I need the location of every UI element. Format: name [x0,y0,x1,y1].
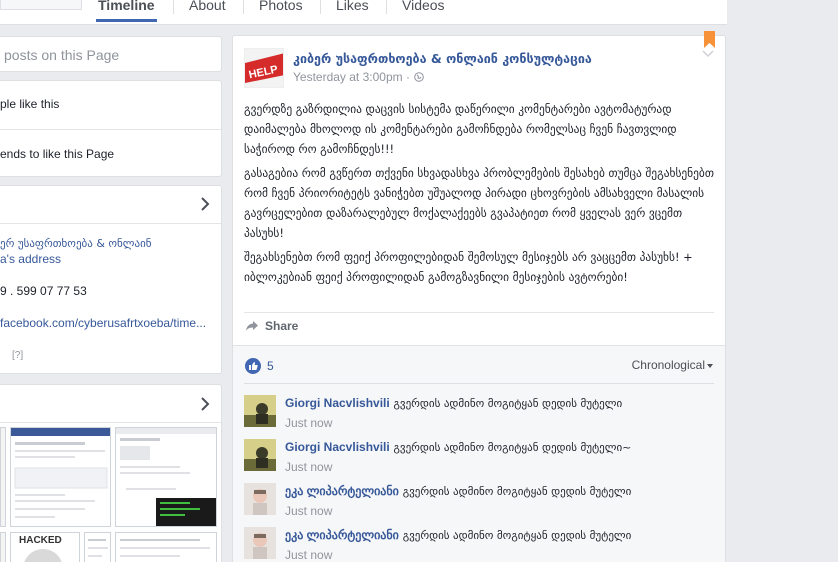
commenter-avatar[interactable] [244,395,276,427]
comments-section: 5 Chronological Giorgi Nacvlishvili გვერ… [233,345,725,562]
commenter-name[interactable]: Giorgi Nacvlishvili [285,440,390,454]
divider [0,129,221,130]
post-body: გვერდზე გაზრდილია დაცვის სისტემა დაწერილ… [244,99,724,291]
bookmark-icon[interactable] [704,31,715,48]
comment-timestamp[interactable]: Just now [285,416,332,430]
time-separator: · [405,70,410,84]
like-thumb-icon [245,358,261,374]
tab-likes[interactable]: Likes [336,0,369,13]
comment-text: გვერდის ადმინო მოგიტყან დედის მუტელი [393,397,623,410]
commenter-name[interactable]: ეკა ლიპარტელიანი [285,484,399,498]
commenter-avatar[interactable] [244,439,276,471]
divider [244,383,714,384]
photo-figure [23,549,63,562]
commenter-name[interactable]: Giorgi Nacvlishvili [285,396,390,410]
commenter-name[interactable]: ეკა ლიპარტელიანი [285,528,399,542]
phone-number: 9 . 599 07 77 53 [0,284,87,298]
post-page-name[interactable]: კიბერ უსაფრთხოება & ონლაინ კონსულტაცია [293,51,592,66]
page-tabs-bar: Timeline About Photos Likes Videos [0,0,727,25]
invite-friends-label[interactable]: ends to like this Page [0,147,114,161]
sort-label: Chronological [631,358,705,372]
comment-text: გვერდის ადმინო მოგიტყან დედის მუტელი~ [393,441,632,454]
address-link[interactable]: a's address [0,252,61,266]
globe-icon[interactable] [414,72,424,82]
chevron-right-icon[interactable] [199,397,211,411]
commenter-avatar[interactable] [244,483,276,515]
post-card: HELP კიბერ უსაფრთხოება & ონლაინ კონსულტა… [232,31,726,562]
comment-text: გვერდის ადმინო მოგიტყან დედის მუტელი [402,529,632,542]
tab-divider [173,0,174,14]
chevron-right-icon[interactable] [199,197,211,211]
hacked-label: HACKED [19,535,62,546]
post-paragraph: გვერდზე გაზრდილია დაცვის სისტემა დაწერილ… [244,102,677,156]
photo-thumbnail[interactable] [115,427,217,527]
photo-thumbnail[interactable] [0,427,6,527]
photo-thumbnail[interactable] [0,532,6,562]
website-link[interactable]: facebook.com/cyberusafrtxoeba/time... [0,316,206,330]
page-avatar[interactable]: HELP [244,48,284,88]
divider [244,312,714,313]
comment-item: ეკა ლიპარტელიანი გვერდის ადმინო მოგიტყან… [244,527,714,562]
tab-videos[interactable]: Videos [402,0,445,13]
tab-divider [243,0,244,14]
comment-sort-dropdown[interactable]: Chronological [632,358,713,372]
caret-down-icon [707,363,713,368]
comment-item: Giorgi Nacvlishvili გვერდის ადმინო მოგიტ… [244,439,714,481]
photo-thumbnail[interactable] [84,532,111,562]
comment-timestamp[interactable]: Just now [285,548,332,562]
likes-box: ple like this ends to like this Page [0,80,222,177]
chevron-down-icon[interactable] [702,50,714,58]
help-link[interactable]: [?] [12,350,23,361]
posts-on-page-label: posts on this Page [4,47,120,63]
divider [0,422,221,423]
about-box: ერ უსაფრთხოება & ონლაინ a's address 9 . … [0,185,222,374]
post-paragraph: შეგახსენებთ რომ ფეიქ პროფილებიდან შემოსუ… [244,250,693,284]
about-page-name-link[interactable]: ერ უსაფრთხოება & ონლაინ [0,237,152,250]
comment-timestamp[interactable]: Just now [285,460,332,474]
posts-on-page-box[interactable]: posts on this Page [0,36,222,72]
photo-thumbnail[interactable]: HACKED [10,532,80,562]
comment-text: გვერდის ადმინო მოგიტყან დედის მუტელი [402,485,632,498]
comment-timestamp[interactable]: Just now [285,504,332,518]
photo-thumbnail[interactable] [10,427,111,527]
tab-about[interactable]: About [189,0,226,13]
share-button[interactable]: Share [245,319,298,333]
likes-count: 5 [267,359,274,373]
photo-thumbnail[interactable] [115,532,217,562]
post-paragraph: გასაგებია რომ გვწერთ თქვენი სხვადასხვა პ… [244,166,714,240]
commenter-avatar[interactable] [244,527,276,559]
share-label: Share [265,319,299,333]
comment-item: ეკა ლიპარტელიანი გვერდის ადმინო მოგიტყან… [244,483,714,525]
divider [0,223,221,224]
likes-count-label[interactable]: ple like this [0,97,59,111]
post-timestamp[interactable]: Yesterday at 3:00pm · [293,70,410,84]
tab-divider [320,0,321,14]
photos-box: HACKED [0,384,222,562]
share-icon [246,321,258,331]
tab-divider [386,0,387,14]
likes-summary[interactable]: 5 [245,358,274,374]
post-time-text[interactable]: Yesterday at 3:00pm [293,70,403,84]
tab-photos[interactable]: Photos [259,0,303,13]
profile-photo-frame [0,0,82,10]
tab-timeline[interactable]: Timeline [96,0,157,22]
comment-item: Giorgi Nacvlishvili გვერდის ადმინო მოგიტ… [244,395,714,437]
